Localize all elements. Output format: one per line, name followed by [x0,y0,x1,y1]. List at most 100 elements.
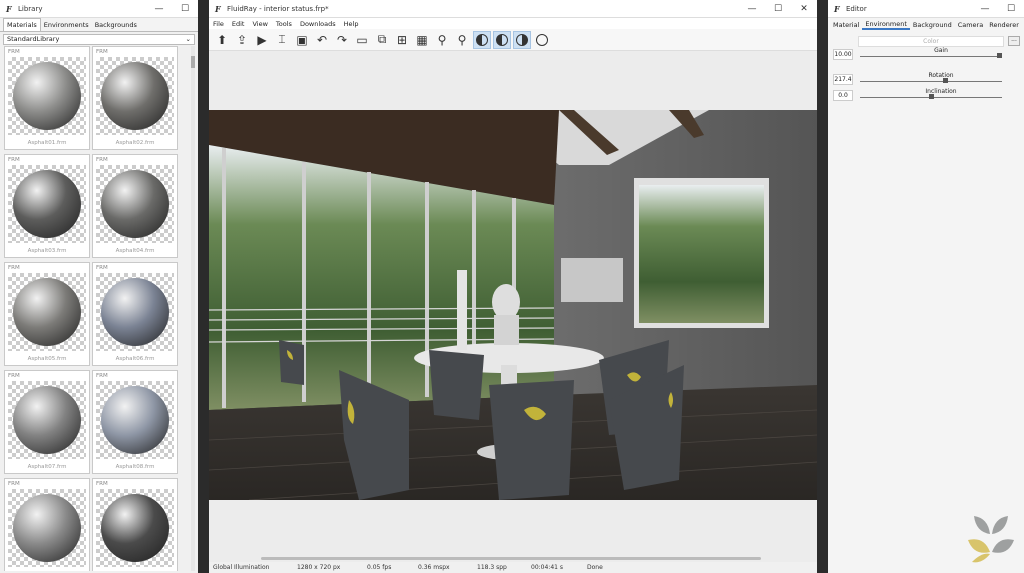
rotation-slider-knob[interactable] [943,78,949,83]
minimize-icon[interactable]: — [146,4,172,14]
material-item[interactable]: FRM Asphalt08.frm [92,370,178,474]
material-item[interactable]: FRM Asphalt06.frm [92,262,178,366]
material-item[interactable]: FRM Asphalt02.frm [92,46,178,150]
library-select[interactable]: StandardLibrary ⌄ [3,34,195,45]
pick-focus-icon[interactable]: ⚲ [453,31,471,49]
param-gain: 10.00 Gain [833,47,1019,63]
half-circle-shape [476,33,488,46]
material-thumbnail [8,381,86,459]
material-sphere [101,494,169,562]
viewport-horizontal-scrollbar[interactable] [261,557,761,560]
grid-icon[interactable]: ▦ [413,31,431,49]
format-badge: FRM [96,265,108,271]
material-name: Asphalt01.frm [27,140,67,146]
library-scrollbar[interactable] [191,46,195,571]
render-viewport[interactable] [209,110,817,500]
tab-environments[interactable]: Environments [41,19,92,31]
material-item[interactable]: FRM Asphalt01.frm [4,46,90,150]
view-mode-left-icon[interactable] [473,30,491,49]
library-select-value: StandardLibrary [7,35,60,43]
status-state: Done [587,564,603,571]
menu-edit[interactable]: Edit [228,20,249,28]
rotation-slider[interactable] [860,81,1002,82]
material-item[interactable]: FRM Asphalt03.frm [4,154,90,258]
material-name: Asphalt03.frm [27,248,67,254]
material-thumbnail [96,57,174,135]
import-icon[interactable]: ⇪ [233,31,251,49]
status-mspx: 0.36 mspx [418,564,450,571]
maximize-icon[interactable]: ☐ [172,4,198,14]
circle-shape [536,33,548,46]
save-icon[interactable]: ▣ [293,31,311,49]
tab-material[interactable]: Material [830,21,862,29]
menu-tools[interactable]: Tools [272,20,296,28]
tab-backgrounds[interactable]: Backgrounds [92,19,140,31]
editor-tabs: Material Environment Background Camera R… [828,18,1024,32]
format-badge: FRM [96,481,108,487]
material-item[interactable]: FRM [4,478,90,571]
menu-help[interactable]: Help [340,20,363,28]
format-badge: FRM [8,481,20,487]
minimize-icon[interactable]: — [972,4,998,14]
material-name: Asphalt07.frm [27,464,67,470]
material-thumbnail [96,165,174,243]
material-item[interactable]: FRM [92,478,178,571]
material-thumbnail [96,273,174,351]
color-field[interactable]: Color [858,36,1004,47]
redo-icon[interactable]: ↷ [333,31,351,49]
stop-icon[interactable]: ⌶ [273,31,291,49]
inclination-value-field[interactable]: 0.0 [833,90,853,101]
main-window: F FluidRay - interior status.frp* — ☐ ✕ … [209,0,817,573]
material-sphere [101,170,169,238]
format-badge: FRM [8,49,20,55]
material-item[interactable]: FRM Asphalt04.frm [92,154,178,258]
crosshair-icon[interactable]: ⊞ [393,31,411,49]
tab-camera[interactable]: Camera [955,21,987,29]
undo-icon[interactable]: ↶ [313,31,331,49]
minimize-icon[interactable]: — [739,4,765,14]
inclination-label: Inclination [925,88,957,95]
material-item[interactable]: FRM Asphalt07.frm [4,370,90,474]
view-mode-split-icon[interactable] [493,30,511,49]
status-resolution: 1280 x 720 px [297,564,341,571]
main-title: FluidRay - interior status.frp* [227,4,329,13]
scrollbar-thumb[interactable] [191,56,195,68]
menu-file[interactable]: File [209,20,228,28]
play-icon[interactable]: ▶ [253,31,271,49]
region-icon[interactable]: ⧉ [373,31,391,49]
fluidray-brand-logo [968,516,1014,563]
menu-downloads[interactable]: Downloads [296,20,340,28]
pick-icon[interactable]: ⚲ [433,31,451,49]
tab-materials[interactable]: Materials [3,18,41,31]
material-name: Asphalt05.frm [27,356,67,362]
maximize-icon[interactable]: ☐ [765,4,791,14]
fluidray-logo-icon: F [834,4,840,14]
material-sphere [101,386,169,454]
library-tabs: Materials Environments Backgrounds [0,18,198,32]
material-item[interactable]: FRM Asphalt05.frm [4,262,90,366]
material-name: Asphalt06.frm [115,356,155,362]
gain-value-field[interactable]: 10.00 [833,49,853,60]
half-circle-shape [516,33,528,46]
format-badge: FRM [8,373,20,379]
close-icon[interactable]: ✕ [791,4,817,14]
arrow-up-icon[interactable]: ⬆ [213,31,231,49]
view-mode-circle-icon[interactable] [533,31,551,49]
rotation-value-field[interactable]: 217.4 [833,74,853,85]
editor-titlebar: F Editor — ☐ [828,0,1024,18]
tab-background[interactable]: Background [910,21,955,29]
inclination-slider-knob[interactable] [929,94,934,99]
more-button[interactable]: ... [1008,36,1020,46]
status-time: 00:04:41 s [531,564,563,571]
window-icon[interactable]: ▭ [353,31,371,49]
material-sphere [13,494,81,562]
chevron-down-icon: ⌄ [185,35,191,43]
tab-renderer[interactable]: Renderer [986,21,1022,29]
maximize-icon[interactable]: ☐ [998,4,1024,14]
gain-slider-knob[interactable] [997,53,1003,58]
status-mode: Global Illumination [213,564,270,571]
gain-slider[interactable] [860,56,1002,57]
menu-view[interactable]: View [248,20,271,28]
view-mode-right-icon[interactable] [513,30,531,49]
tab-environment[interactable]: Environment [862,20,910,30]
